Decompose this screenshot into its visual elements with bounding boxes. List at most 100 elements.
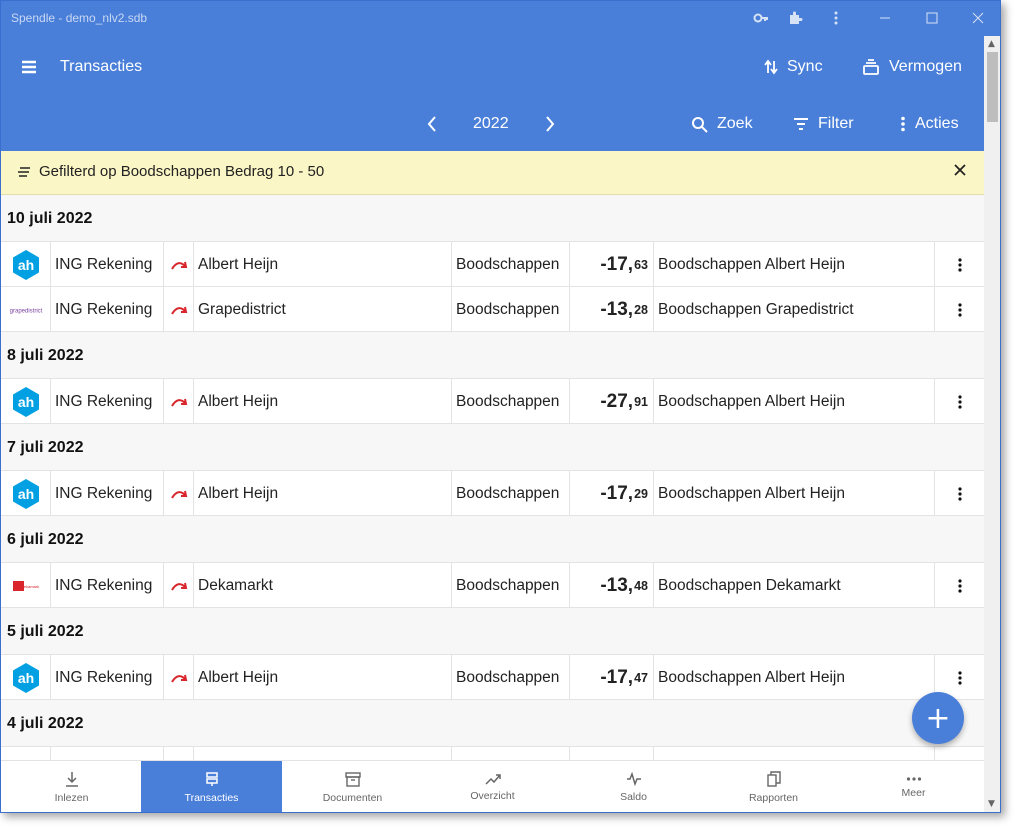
pulse-icon bbox=[626, 772, 641, 786]
scrollbar-thumb[interactable] bbox=[987, 52, 998, 122]
category-cell: Boodschappen bbox=[452, 563, 570, 608]
filter-button[interactable]: Filter bbox=[793, 99, 854, 149]
description-cell: Boodschappen Albert Heijn bbox=[654, 379, 935, 424]
download-icon bbox=[65, 772, 78, 787]
nav-transacties[interactable]: Transacties bbox=[141, 761, 282, 812]
transaction-list: 10 juli 2022 ah ING Rekening Albert Heijn Bo… bbox=[1, 195, 984, 760]
account-cell: ING Rekening bbox=[51, 471, 164, 516]
scrollbar[interactable]: ▲ ▼ bbox=[984, 36, 1000, 812]
date-header: 6 juli 2022 bbox=[1, 516, 984, 563]
nav-inlezen[interactable]: Inlezen bbox=[1, 761, 142, 812]
amount-cell: -17, 29 bbox=[570, 471, 654, 516]
category-cell: Boodschappen bbox=[452, 655, 570, 700]
chevron-right-icon bbox=[546, 116, 555, 132]
prev-year-button[interactable] bbox=[427, 99, 437, 149]
amount-cell: -13, 28 bbox=[570, 287, 654, 332]
amount-cents: 91 bbox=[634, 394, 648, 409]
key-icon[interactable] bbox=[750, 7, 772, 29]
vermogen-button[interactable]: Vermogen bbox=[862, 42, 962, 92]
year-label[interactable]: 2022 bbox=[473, 99, 509, 149]
table-row[interactable]: dekamarkt ING Rekening Dekamarkt Boodschapp… bbox=[1, 563, 984, 608]
filter-text: Gefilterd op Boodschappen Bedrag 10 - 50 bbox=[39, 163, 325, 180]
amount-cents: 29 bbox=[634, 486, 648, 501]
table-row[interactable]: grapedistrict ING Rekening Grapedistrict Bo… bbox=[1, 287, 984, 332]
clear-filter-button[interactable] bbox=[954, 160, 966, 181]
row-menu-button[interactable] bbox=[935, 471, 984, 516]
account-cell bbox=[51, 747, 164, 760]
sync-button[interactable]: Sync bbox=[764, 42, 823, 92]
nav-documenten-label: Documenten bbox=[322, 791, 383, 804]
scroll-down-icon[interactable]: ▼ bbox=[988, 799, 995, 809]
row-menu-button[interactable] bbox=[935, 563, 984, 608]
acties-button[interactable]: Acties bbox=[900, 99, 959, 149]
transfer-arrow-icon bbox=[164, 563, 194, 608]
date-header: 10 juli 2022 bbox=[1, 195, 984, 242]
table-row[interactable] bbox=[1, 747, 984, 760]
transfer-arrow-icon bbox=[164, 471, 194, 516]
nav-overzicht[interactable]: Overzicht bbox=[422, 761, 563, 812]
account-cell: ING Rekening bbox=[51, 379, 164, 424]
chevron-left-icon bbox=[427, 116, 436, 132]
acties-label: Acties bbox=[915, 115, 959, 132]
next-year-button[interactable] bbox=[545, 99, 555, 149]
category-cell: Boodschappen bbox=[452, 287, 570, 332]
hamburger-icon bbox=[22, 60, 36, 74]
date-header: 5 juli 2022 bbox=[1, 608, 984, 655]
nav-rapporten-label: Rapporten bbox=[748, 792, 799, 804]
amount-cell: -17, 63 bbox=[570, 242, 654, 287]
add-transaction-button[interactable]: + bbox=[912, 692, 964, 744]
nav-meer-label: Meer bbox=[901, 787, 926, 799]
minimize-icon[interactable] bbox=[874, 7, 896, 29]
nav-meer[interactable]: Meer bbox=[843, 761, 984, 812]
table-row[interactable]: ah ING Rekening Albert Heijn Boodschappen -2… bbox=[1, 379, 984, 424]
date-header: 8 juli 2022 bbox=[1, 332, 984, 379]
more-vert-icon bbox=[957, 578, 962, 593]
payee-cell: Albert Heijn bbox=[194, 471, 452, 516]
menu-button[interactable] bbox=[21, 42, 37, 92]
more-horiz-icon bbox=[906, 777, 921, 781]
table-row[interactable]: ah ING Rekening Albert Heijn Boodschappen -1… bbox=[1, 471, 984, 516]
nav-rapporten[interactable]: Rapporten bbox=[703, 761, 844, 812]
transfer-arrow-icon bbox=[164, 242, 194, 287]
table-row[interactable]: ah ING Rekening Albert Heijn Boodschappen -1… bbox=[1, 242, 984, 287]
amount-main: -27, bbox=[600, 390, 634, 412]
vermogen-label: Vermogen bbox=[889, 58, 962, 75]
description-cell: Boodschappen Grapedistrict bbox=[654, 287, 935, 332]
row-menu-button[interactable] bbox=[935, 287, 984, 332]
window-title: Spendle - demo_nlv2.sdb bbox=[11, 11, 148, 25]
maximize-icon[interactable] bbox=[921, 7, 943, 29]
archive-icon bbox=[344, 771, 361, 787]
svg-text:grapedistrict: grapedistrict bbox=[9, 308, 42, 314]
amount-cell: -13, 48 bbox=[570, 563, 654, 608]
close-icon bbox=[954, 164, 966, 176]
svg-text:ah: ah bbox=[17, 394, 33, 410]
more-vert-icon bbox=[957, 302, 962, 317]
amount-main: -13, bbox=[600, 298, 634, 320]
grapedistrict-logo: grapedistrict bbox=[1, 287, 51, 332]
table-row[interactable]: ah ING Rekening Albert Heijn Boodschappen -1… bbox=[1, 655, 984, 700]
amount-cell bbox=[570, 747, 654, 760]
close-window-icon[interactable] bbox=[967, 7, 989, 29]
row-menu-button[interactable] bbox=[935, 242, 984, 287]
description-cell: Boodschappen Dekamarkt bbox=[654, 563, 935, 608]
transfer-arrow-icon bbox=[164, 287, 194, 332]
category-cell bbox=[452, 747, 570, 760]
more-vert-icon[interactable] bbox=[825, 7, 847, 29]
app-bar: Transacties Sync Vermogen 2022 Zoek Filt… bbox=[1, 36, 984, 151]
sync-icon bbox=[764, 59, 778, 75]
description-cell: Boodschappen Albert Heijn bbox=[654, 242, 935, 287]
puzzle-icon[interactable] bbox=[784, 7, 806, 29]
nav-saldo-label: Saldo bbox=[620, 791, 647, 803]
zoek-button[interactable]: Zoek bbox=[691, 99, 753, 149]
albert-heijn-logo: ah bbox=[1, 655, 51, 700]
nav-transacties-label: Transacties bbox=[184, 792, 239, 804]
scroll-up-icon[interactable]: ▲ bbox=[988, 39, 995, 49]
svg-text:dekamarkt: dekamarkt bbox=[21, 584, 38, 589]
amount-cell: -27, 91 bbox=[570, 379, 654, 424]
filter-banner: Gefilterd op Boodschappen Bedrag 10 - 50 bbox=[1, 151, 984, 195]
app-window: Spendle - demo_nlv2.sdb Transacties Sync… bbox=[0, 0, 1001, 813]
transfer-arrow-icon bbox=[164, 747, 194, 760]
nav-documenten[interactable]: Documenten bbox=[282, 761, 423, 812]
nav-saldo[interactable]: Saldo bbox=[563, 761, 704, 812]
row-menu-button[interactable] bbox=[935, 379, 984, 424]
